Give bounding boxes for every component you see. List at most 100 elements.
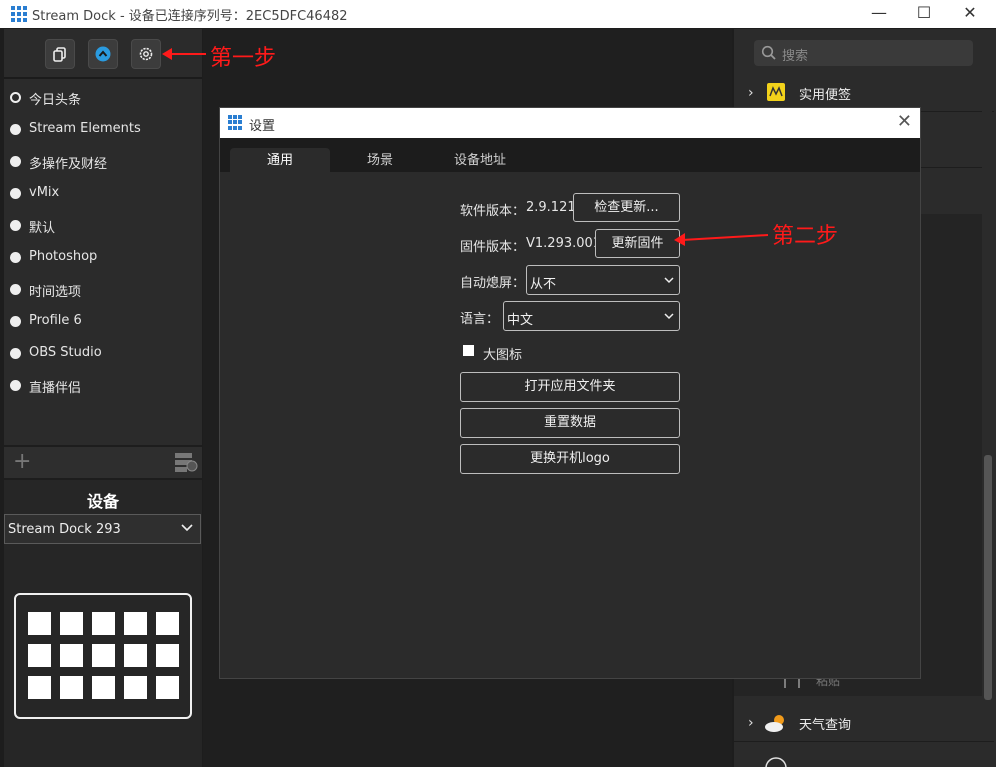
device-heading: 设备 xyxy=(86,492,119,511)
auto-sleep-label: 自动熄屏： xyxy=(460,276,526,291)
profile-item[interactable]: Profile 6 xyxy=(10,312,200,332)
settings-button[interactable] xyxy=(131,39,161,69)
device-key[interactable] xyxy=(124,676,147,699)
minimize-button[interactable]: — xyxy=(856,0,902,28)
large-icons-label: 大图标 xyxy=(483,348,523,363)
profile-item[interactable]: Stream Elements xyxy=(10,120,200,140)
profile-item[interactable]: Photoshop xyxy=(10,248,200,268)
search-icon xyxy=(761,45,776,60)
device-key[interactable] xyxy=(60,676,83,699)
device-key[interactable] xyxy=(156,676,179,699)
firmware-version-value: V1.293.001 xyxy=(526,236,602,251)
selected-radio-icon xyxy=(10,92,21,103)
chevron-down-icon xyxy=(664,313,674,320)
device-key[interactable] xyxy=(28,676,51,699)
profile-label: Photoshop xyxy=(29,249,98,264)
profile-item[interactable]: 时间选项 xyxy=(10,280,200,300)
close-button[interactable]: ✕ xyxy=(947,0,993,28)
weather-icon xyxy=(765,715,784,732)
device-key[interactable] xyxy=(28,612,51,635)
auto-sleep-value: 从不 xyxy=(530,277,557,292)
language-select[interactable]: 中文 xyxy=(503,301,680,331)
radio-icon xyxy=(10,156,21,167)
profile-label: 今日头条 xyxy=(29,93,82,108)
tab-device-address[interactable]: 设备地址 xyxy=(430,148,530,172)
category-weather[interactable]: › 天气查询 xyxy=(734,705,994,742)
window-title: Stream Dock - 设备已连接序列号：2EC5DFC46482 xyxy=(32,9,348,24)
tab-general[interactable]: 通用 xyxy=(230,148,330,172)
sticky-note-icon xyxy=(767,83,785,101)
device-key[interactable] xyxy=(92,644,115,667)
profile-label: Stream Elements xyxy=(29,121,141,136)
device-select[interactable]: Stream Dock 293 xyxy=(4,514,201,544)
update-firmware-button[interactable]: 更新固件 xyxy=(595,229,680,258)
maximize-button[interactable]: ☐ xyxy=(901,0,947,28)
chevron-right-icon: › xyxy=(748,85,754,101)
category-label: 实用便签 xyxy=(799,88,852,103)
radio-icon xyxy=(10,220,21,231)
device-key[interactable] xyxy=(156,612,179,635)
language-label: 语言： xyxy=(460,312,500,327)
device-key[interactable] xyxy=(60,612,83,635)
radio-icon xyxy=(10,316,21,327)
chevron-down-icon xyxy=(181,524,193,532)
profile-manage-icon[interactable] xyxy=(174,451,198,473)
dialog-close-button[interactable]: ✕ xyxy=(897,111,912,132)
device-preview xyxy=(14,593,192,719)
device-key[interactable] xyxy=(156,644,179,667)
dialog-title: 设置 xyxy=(249,119,276,134)
profile-item[interactable]: 直播伴侣 xyxy=(10,376,200,396)
gear-icon xyxy=(139,47,153,61)
device-key[interactable] xyxy=(124,644,147,667)
check-update-button[interactable]: 检查更新... xyxy=(573,193,680,222)
device-key[interactable] xyxy=(124,612,147,635)
radio-icon xyxy=(10,380,21,391)
firmware-version-label: 固件版本： xyxy=(460,240,526,255)
radio-icon xyxy=(10,348,21,359)
step2-arrow xyxy=(674,233,769,246)
profile-label: Profile 6 xyxy=(29,313,82,328)
copy-icon xyxy=(53,47,66,62)
app-icon xyxy=(228,115,243,130)
step1-arrow xyxy=(162,48,206,60)
profile-label: 时间选项 xyxy=(29,285,82,300)
store-button[interactable] xyxy=(88,39,118,69)
add-profile-button[interactable]: + xyxy=(13,449,31,474)
profile-label: 直播伴侣 xyxy=(29,381,82,396)
radio-icon xyxy=(10,188,21,199)
profile-label: vMix xyxy=(29,185,60,200)
category-notes[interactable]: › 实用便签 xyxy=(734,75,994,112)
store-icon xyxy=(95,46,111,62)
device-key[interactable] xyxy=(60,644,83,667)
profile-item[interactable]: 今日头条 xyxy=(10,88,200,108)
language-value: 中文 xyxy=(507,313,534,328)
change-boot-logo-button[interactable]: 更换开机logo xyxy=(460,444,680,474)
radio-icon xyxy=(10,124,21,135)
software-version-value: 2.9.121 xyxy=(526,200,576,215)
copy-profile-button[interactable] xyxy=(45,39,75,69)
category-label: 天气查询 xyxy=(799,718,852,733)
device-key[interactable] xyxy=(92,612,115,635)
chevron-down-icon xyxy=(664,277,674,284)
chevron-right-icon: › xyxy=(748,715,754,731)
profile-item[interactable]: vMix xyxy=(10,184,200,204)
device-key[interactable] xyxy=(92,676,115,699)
tab-scene[interactable]: 场景 xyxy=(330,148,430,172)
device-key[interactable] xyxy=(28,644,51,667)
profile-item[interactable]: OBS Studio xyxy=(10,344,200,364)
large-icons-checkbox[interactable] xyxy=(463,345,474,356)
search-placeholder: 搜索 xyxy=(782,49,809,64)
profile-item[interactable]: 默认 xyxy=(10,216,200,236)
profile-label: 多操作及财经 xyxy=(29,157,108,172)
title-bar: Stream Dock - 设备已连接序列号：2EC5DFC46482 — ☐ … xyxy=(0,0,996,28)
app-icon xyxy=(11,6,27,22)
profile-item[interactable]: 多操作及财经 xyxy=(10,152,200,172)
radio-icon xyxy=(10,252,21,263)
profile-label: OBS Studio xyxy=(29,345,102,360)
search-input[interactable]: 搜索 xyxy=(754,40,973,66)
auto-sleep-select[interactable]: 从不 xyxy=(526,265,680,295)
open-app-folder-button[interactable]: 打开应用文件夹 xyxy=(460,372,680,402)
globe-icon xyxy=(765,757,787,767)
scrollbar-thumb[interactable] xyxy=(984,455,992,700)
reset-data-button[interactable]: 重置数据 xyxy=(460,408,680,438)
